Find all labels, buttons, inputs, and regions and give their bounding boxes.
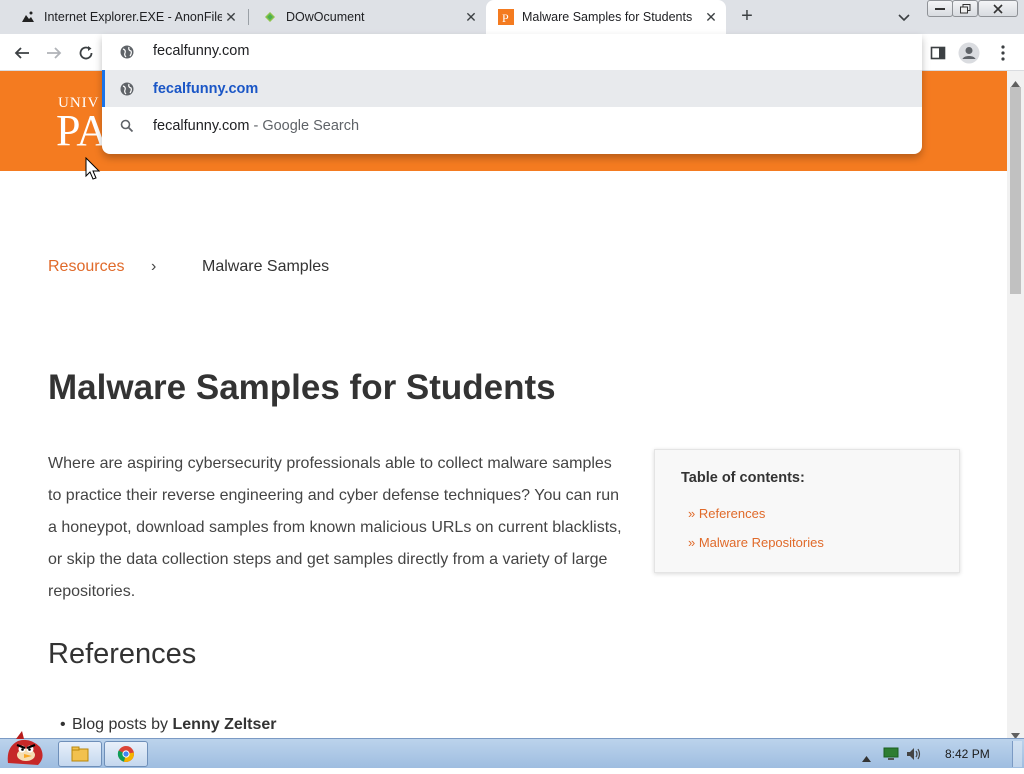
list-item: • Blog posts by Lenny Zeltser [60, 716, 277, 734]
start-button[interactable] [2, 729, 50, 774]
toc-title: Table of contents: [681, 470, 805, 486]
intro-paragraph: Where are aspiring cybersecurity profess… [48, 455, 622, 600]
svg-text:P: P [502, 11, 509, 25]
bullet-icon: • [60, 716, 66, 733]
tab-document[interactable]: DOwOcument ✕ [250, 0, 486, 34]
tray-expand-icon[interactable] [862, 749, 871, 767]
volume-icon[interactable] [906, 747, 922, 766]
tab-title: Malware Samples for Students [522, 10, 693, 24]
address-input[interactable]: fecalfunny.com [153, 43, 249, 59]
page-viewport: UNIV PA Resources › Malware Samples Malw… [0, 71, 1007, 738]
p-logo-icon: P [498, 9, 514, 25]
close-icon[interactable]: ✕ [462, 8, 480, 26]
globe-icon [119, 81, 135, 97]
new-tab-button[interactable]: + [737, 6, 757, 27]
omnibox-suggestion[interactable]: fecalfunny.com - Google Search [102, 107, 922, 144]
document-icon [262, 9, 278, 25]
list-item-text: Blog posts by [72, 716, 173, 733]
minimize-button[interactable] [927, 0, 953, 17]
tab-separator [248, 9, 249, 25]
toc-link-references[interactable]: » References [688, 506, 765, 521]
profile-avatar[interactable] [958, 42, 980, 64]
chevron-down-icon[interactable] [896, 9, 912, 25]
tab-malware-samples[interactable]: P Malware Samples for Students ✕ [486, 0, 726, 34]
search-icon [119, 118, 135, 134]
window-close-button[interactable] [978, 0, 1018, 17]
tab-strip: Internet Explorer.EXE - AnonFiles ✕ DOwO… [0, 0, 1024, 34]
toc-link-malware-repositories[interactable]: » Malware Repositories [688, 535, 824, 550]
side-panel-icon[interactable] [927, 42, 949, 64]
forward-button[interactable] [42, 41, 66, 65]
back-button[interactable] [10, 41, 34, 65]
chevron-right-icon: › [151, 258, 157, 275]
anonfiles-icon [20, 9, 36, 25]
tab-anonfiles[interactable]: Internet Explorer.EXE - AnonFiles ✕ [8, 0, 246, 34]
windows-taskbar: 8:42 PM [0, 731, 1024, 768]
site-logo[interactable]: PA [56, 105, 108, 156]
omnibox-suggestion[interactable]: fecalfunny.com [102, 70, 922, 107]
table-of-contents: Table of contents: » References » Malwar… [654, 449, 960, 573]
taskbar-chrome-button[interactable] [104, 741, 148, 767]
scrollbar-thumb[interactable] [1010, 87, 1021, 294]
taskbar-clock[interactable]: 8:42 PM [945, 747, 990, 761]
mouse-cursor-icon [85, 156, 101, 186]
taskbar-explorer-button[interactable] [58, 741, 102, 767]
blog-author-link[interactable]: Lenny Zeltser [173, 716, 277, 733]
page-scrollbar[interactable] [1007, 71, 1024, 739]
tab-title: Internet Explorer.EXE - AnonFiles [44, 10, 222, 24]
references-heading: References [48, 638, 197, 670]
show-desktop-button[interactable] [1012, 741, 1022, 767]
breadcrumb-resources-link[interactable]: Resources [48, 258, 124, 276]
tab-title: DOwOcument [286, 10, 365, 24]
globe-icon [119, 44, 135, 65]
menu-kebab-icon[interactable] [992, 42, 1014, 64]
network-icon[interactable] [883, 747, 899, 766]
close-icon[interactable]: ✕ [702, 8, 720, 26]
suggestion-text: fecalfunny.com [153, 80, 259, 97]
address-bar-dropdown: fecalfunny.com fecalfunny.com fecalfunny… [102, 34, 922, 154]
address-bar[interactable]: fecalfunny.com [102, 34, 922, 70]
breadcrumb-current: Malware Samples [202, 258, 330, 275]
restore-button[interactable] [952, 0, 978, 17]
reload-button[interactable] [74, 41, 98, 65]
close-icon[interactable]: ✕ [222, 8, 240, 26]
suggestion-text: fecalfunny.com - Google Search [153, 117, 360, 134]
page-title: Malware Samples for Students [48, 368, 556, 407]
